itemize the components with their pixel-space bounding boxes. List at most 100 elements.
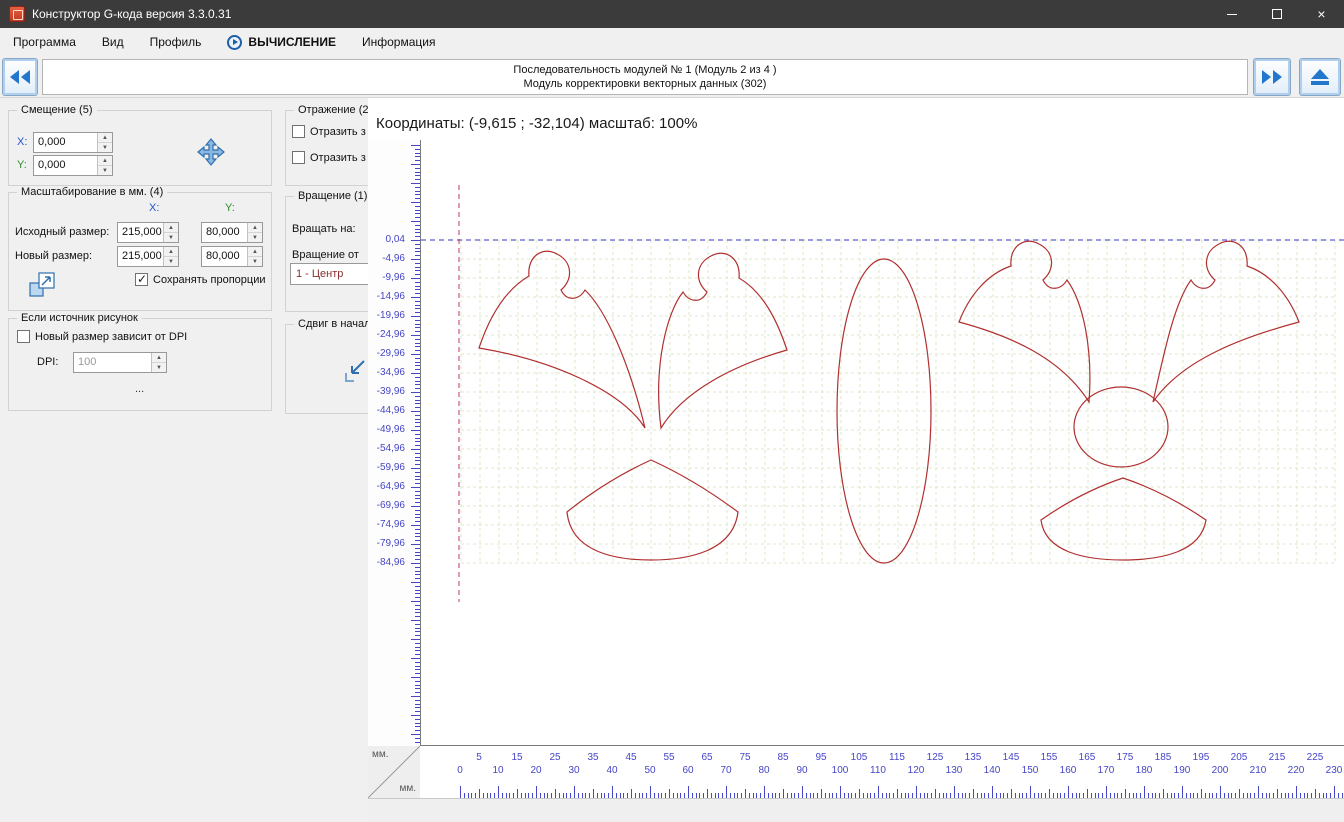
maximize-button[interactable] bbox=[1254, 0, 1299, 28]
close-button[interactable]: × bbox=[1299, 0, 1344, 28]
spin-down-icon[interactable]: ▼ bbox=[164, 257, 178, 266]
new-size-label: Новый размер: bbox=[15, 250, 93, 262]
h-ruler-label: 70 bbox=[720, 765, 732, 776]
vertical-ruler: 0,04 -4,96 -9,96 -14,96 -19,96 -24,96 -29,96 -3… bbox=[368, 140, 420, 746]
ruler-tick bbox=[411, 373, 420, 374]
dpi-dependent-checkbox[interactable]: Новый размер зависит от DPI bbox=[17, 330, 187, 343]
menu-profile[interactable]: Профиль bbox=[137, 28, 215, 56]
keep-proportions-checkbox[interactable]: Сохранять пропорции bbox=[135, 272, 266, 286]
mirror-vertical-checkbox[interactable]: Отразить з bbox=[292, 151, 366, 164]
spin-up-icon[interactable]: ▲ bbox=[98, 133, 112, 143]
ruler-tick bbox=[411, 183, 420, 184]
h-ruler-label: 215 bbox=[1268, 752, 1286, 763]
spin-up-icon[interactable]: ▲ bbox=[248, 247, 262, 257]
spin-down-icon[interactable]: ▼ bbox=[152, 363, 166, 372]
apply-offset-button[interactable] bbox=[195, 137, 227, 169]
h-ruler-label: 185 bbox=[1154, 752, 1172, 763]
h-ruler-label: 30 bbox=[568, 765, 580, 776]
shift-group: Сдвиг в начал bbox=[285, 318, 368, 414]
ruler-tick bbox=[517, 789, 518, 798]
menu-information[interactable]: Информация bbox=[349, 28, 448, 56]
v-ruler-label: -4,96 bbox=[382, 253, 405, 264]
previous-module-button[interactable] bbox=[2, 58, 38, 96]
h-ruler-label: 25 bbox=[549, 752, 561, 763]
rotation-group: Вращение (1) Вращать на: Вращение от 1 -… bbox=[285, 190, 368, 312]
spin-down-icon[interactable]: ▼ bbox=[164, 233, 178, 242]
ruler-tick bbox=[411, 487, 420, 488]
spin-up-icon[interactable]: ▲ bbox=[248, 223, 262, 233]
new-size-y-input[interactable]: 80,000 ▲ ▼ bbox=[201, 246, 263, 267]
ruler-tick bbox=[1125, 789, 1126, 798]
mirror-group: Отражение (2) Отразить з Отразить з bbox=[285, 104, 368, 186]
h-ruler-label: 50 bbox=[644, 765, 656, 776]
spin-up-icon[interactable]: ▲ bbox=[152, 353, 166, 363]
ruler-tick bbox=[411, 620, 420, 621]
scale-col-y-label: Y: bbox=[225, 202, 235, 214]
h-ruler-label: 105 bbox=[850, 752, 868, 763]
ruler-tick bbox=[745, 789, 746, 798]
vector-drawing bbox=[478, 240, 1300, 564]
ruler-tick bbox=[1087, 789, 1088, 798]
rotation-center-select[interactable]: 1 - Центр ▼ bbox=[290, 263, 368, 285]
h-ruler-label: 140 bbox=[983, 765, 1001, 776]
left-ornament-fan bbox=[566, 459, 739, 561]
left-ornament-right-wing bbox=[658, 252, 788, 430]
ruler-tick bbox=[411, 221, 420, 222]
work-canvas[interactable] bbox=[420, 140, 1344, 746]
mid-panel: Отражение (2) Отразить з Отразить з Вращ… bbox=[283, 98, 368, 822]
next-module-button[interactable] bbox=[1253, 58, 1291, 96]
ruler-tick bbox=[1258, 786, 1259, 798]
h-ruler-label: 110 bbox=[870, 765, 886, 776]
offset-y-input[interactable]: 0,000 ▲ ▼ bbox=[33, 155, 113, 176]
menu-calculation[interactable]: ВЫЧИСЛЕНИЕ bbox=[214, 28, 349, 56]
spin-down-icon[interactable]: ▼ bbox=[248, 233, 262, 242]
checkbox-box bbox=[292, 151, 305, 164]
minimize-button[interactable] bbox=[1209, 0, 1254, 28]
spin-up-icon[interactable]: ▲ bbox=[164, 247, 178, 257]
ruler-tick bbox=[1030, 786, 1031, 798]
new-size-x-input[interactable]: 215,000 ▲ ▼ bbox=[117, 246, 179, 267]
shift-to-origin-button[interactable] bbox=[342, 355, 368, 385]
sequence-line1: Последовательность модулей № 1 (Модуль 2… bbox=[513, 64, 777, 76]
dpi-input[interactable]: 100 ▲ ▼ bbox=[73, 352, 167, 373]
source-group-title: Если источник рисунок bbox=[17, 312, 142, 324]
h-ruler-label: 10 bbox=[492, 765, 504, 776]
ruler-tick bbox=[821, 789, 822, 798]
spin-up-icon[interactable]: ▲ bbox=[98, 156, 112, 166]
double-left-arrow-icon bbox=[10, 70, 19, 84]
ruler-tick bbox=[411, 696, 420, 697]
eject-button[interactable] bbox=[1299, 58, 1341, 96]
horizontal-ruler: 0 5 10 15 20 25 30 35 40 45 50 55 60 65 70 75 80 85 90 95 10… bbox=[420, 746, 1344, 798]
dpi-label: DPI: bbox=[37, 356, 59, 368]
original-size-x-input[interactable]: 215,000 ▲ ▼ bbox=[117, 222, 179, 243]
ruler-tick bbox=[411, 297, 420, 298]
ruler-tick bbox=[411, 677, 420, 678]
h-ruler-label: 160 bbox=[1059, 765, 1077, 776]
spin-up-icon[interactable]: ▲ bbox=[164, 223, 178, 233]
ruler-tick bbox=[688, 786, 689, 798]
h-ruler-label: 60 bbox=[682, 765, 694, 776]
h-ruler-label: 210 bbox=[1249, 765, 1267, 776]
spin-down-icon[interactable]: ▼ bbox=[248, 257, 262, 266]
h-ruler-label: 225 bbox=[1306, 752, 1324, 763]
menu-program[interactable]: Программа bbox=[0, 28, 89, 56]
ruler-tick bbox=[460, 786, 461, 798]
h-ruler-label: 95 bbox=[815, 752, 827, 763]
spin-down-icon[interactable]: ▼ bbox=[98, 143, 112, 152]
original-size-y-input[interactable]: 80,000 ▲ ▼ bbox=[201, 222, 263, 243]
apply-scale-button[interactable] bbox=[27, 269, 59, 301]
mirror-horizontal-checkbox[interactable]: Отразить з bbox=[292, 125, 366, 138]
v-ruler-label: -39,96 bbox=[376, 386, 405, 397]
offset-x-input[interactable]: 0,000 ▲ ▼ bbox=[33, 132, 113, 153]
scale-col-x-label: X: bbox=[149, 202, 160, 214]
ruler-tick bbox=[612, 786, 613, 798]
sequence-line2: Модуль корректировки векторных данных (3… bbox=[523, 78, 767, 90]
v-ruler-label: -64,96 bbox=[376, 481, 405, 492]
spin-down-icon[interactable]: ▼ bbox=[98, 166, 112, 175]
v-ruler-label: -69,96 bbox=[376, 500, 405, 511]
menu-view[interactable]: Вид bbox=[89, 28, 137, 56]
ruler-tick bbox=[411, 316, 420, 317]
ruler-tick bbox=[1182, 786, 1183, 798]
ruler-tick bbox=[411, 259, 420, 260]
ruler-tick bbox=[669, 789, 670, 798]
